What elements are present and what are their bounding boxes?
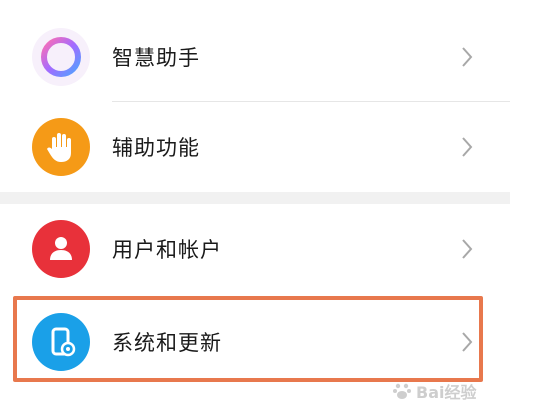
settings-item-label: 智慧助手 <box>112 46 200 70</box>
settings-item-label: 辅助功能 <box>112 136 200 160</box>
settings-item-accessibility[interactable]: 辅助功能 <box>0 102 510 192</box>
hand-icon <box>32 118 90 176</box>
chevron-right-icon <box>462 47 473 67</box>
settings-item-smart-assistant[interactable]: 智慧助手 <box>0 12 510 102</box>
assistant-ring-icon <box>32 28 90 86</box>
watermark-text: Bai经验 <box>416 383 477 402</box>
highlight-box <box>13 296 483 382</box>
section-gap <box>0 192 510 204</box>
settings-item-users-accounts[interactable]: 用户和帐户 <box>0 204 510 294</box>
settings-item-label: 用户和帐户 <box>112 238 222 262</box>
chevron-right-icon <box>462 137 473 157</box>
watermark: Bai经验 <box>392 378 508 404</box>
chevron-right-icon <box>462 239 473 259</box>
paw-icon <box>393 383 411 399</box>
user-icon <box>32 220 90 278</box>
